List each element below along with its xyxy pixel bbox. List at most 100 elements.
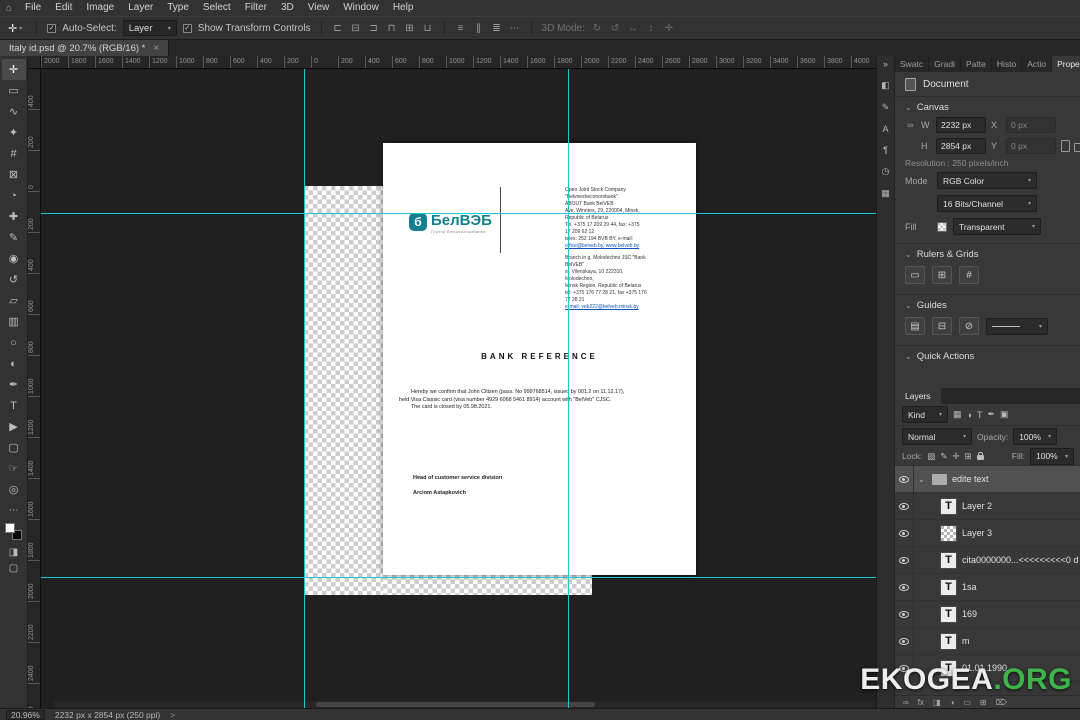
distribute-spacing-icon[interactable]: ≣ (491, 23, 503, 34)
panel-tab[interactable]: Actio (1022, 56, 1053, 72)
toggle-rulers-icon[interactable]: ▭ (905, 266, 925, 284)
history-brush-tool[interactable]: ↺ (2, 269, 26, 290)
ruler-origin[interactable] (28, 56, 41, 69)
align-left-icon[interactable]: ⊏ (332, 23, 344, 34)
menu-item[interactable]: Window (336, 0, 386, 16)
bit-depth-dropdown[interactable]: 16 Bits/Channel ▾ (937, 195, 1037, 212)
history-panel-icon[interactable]: ◷ (879, 166, 893, 177)
menu-item[interactable]: Edit (48, 0, 79, 16)
layer-fill-dropdown[interactable]: 100% ▾ (1030, 447, 1074, 465)
layer-name[interactable]: Layer 2 (962, 501, 992, 511)
layer-thumbnail[interactable]: T (940, 497, 957, 515)
blur-tool[interactable]: ○ (2, 332, 26, 353)
3d-orbit-icon[interactable]: ↻ (591, 23, 603, 34)
layer-row[interactable]: T Layer 2 (895, 493, 1080, 520)
filter-shape-layers-icon[interactable]: ✒ (987, 409, 995, 420)
layer-thumbnail[interactable]: T (940, 578, 957, 596)
clone-stamp-tool[interactable]: ◉ (2, 248, 26, 269)
pen-tool[interactable]: ✒ (2, 374, 26, 395)
lock-artboard-icon[interactable]: ⊞ (965, 451, 972, 462)
collapse-panels-icon[interactable]: » (879, 59, 893, 69)
panel-tab[interactable]: Gradi (929, 56, 961, 72)
layer-row[interactable]: T 1sa (895, 574, 1080, 601)
quick-actions-section-header[interactable]: ⌄ Quick Actions (895, 346, 1080, 365)
horizontal-guide[interactable] (41, 577, 876, 578)
healing-brush-tool[interactable]: ✚ (2, 206, 26, 227)
vertical-ruler[interactable]: 400 200 0 200 400 600 800 1000 1200 1400 1600 1800 2… (28, 69, 41, 708)
menu-item[interactable]: Filter (238, 0, 274, 16)
horizontal-ruler[interactable]: 2000 1800 1600 1400 1200 1000 800 600 400 200 0 200… (41, 56, 876, 69)
marquee-tool[interactable]: ▭ (2, 80, 26, 101)
lock-pixels-icon[interactable]: ✎ (940, 451, 947, 462)
document-dimensions[interactable]: 2232 px x 2854 px (250 ppi) (55, 710, 160, 720)
dodge-tool[interactable]: ◐ (2, 353, 26, 374)
vertical-guide[interactable] (568, 69, 569, 708)
3d-roll-icon[interactable]: ↺ (609, 23, 621, 34)
guides-section-header[interactable]: ⌄ Guides (895, 295, 1080, 314)
filter-adjustment-layers-icon[interactable]: ◑ (967, 410, 972, 420)
menu-item[interactable]: Layer (121, 0, 160, 16)
x-field[interactable]: 0 px (1006, 117, 1056, 133)
menu-item[interactable]: Help (386, 0, 421, 16)
status-options-arrow-icon[interactable]: > (170, 710, 175, 720)
more-options-icon[interactable]: ⋯ (509, 23, 521, 34)
layer-thumbnail[interactable]: T (940, 551, 957, 569)
auto-select-target-dropdown[interactable]: Layer ▾ (122, 20, 177, 36)
quick-selection-tool[interactable]: ✦ (2, 122, 26, 143)
eraser-tool[interactable]: ▱ (2, 290, 26, 311)
brush-settings-panel-icon[interactable]: ✎ (879, 102, 893, 113)
3d-scale-icon[interactable]: ✛ (663, 23, 675, 34)
group-expand-icon[interactable]: ⌄ (917, 475, 926, 484)
show-transform-controls-checkbox[interactable]: ✓ (182, 23, 192, 33)
layer-visibility-toggle[interactable] (895, 547, 914, 573)
layer-thumbnail[interactable]: T (940, 632, 957, 650)
menu-item[interactable]: Select (196, 0, 238, 16)
foreground-color-swatch[interactable] (5, 523, 15, 533)
layer-name[interactable]: m (962, 636, 970, 646)
portrait-orientation-icon[interactable] (1061, 140, 1070, 152)
new-guide-layout-icon[interactable]: ▤ (905, 317, 925, 335)
menu-item[interactable]: Type (160, 0, 196, 16)
lock-transparency-icon[interactable]: ▨ (927, 451, 935, 462)
landscape-orientation-icon[interactable] (1074, 143, 1080, 152)
menu-item[interactable]: File (18, 0, 48, 16)
patterns-panel-icon[interactable]: ▦ (879, 188, 893, 199)
delete-layer-icon[interactable]: ⌦ (996, 698, 1007, 707)
filter-pixel-layers-icon[interactable]: ▦ (953, 409, 962, 420)
layer-filter-kind-dropdown[interactable]: Kind ▾ (902, 406, 948, 423)
y-field[interactable]: 0 px (1006, 138, 1056, 154)
panel-tab[interactable]: Histo (992, 56, 1023, 72)
height-field[interactable]: 2854 px (936, 138, 986, 154)
canvas-fill-dropdown[interactable]: Transparent ▾ (953, 218, 1041, 235)
align-center-h-icon[interactable]: ⊟ (350, 23, 362, 34)
new-layer-icon[interactable]: ⊞ (980, 698, 987, 707)
menu-item[interactable]: 3D (274, 0, 301, 16)
shape-tool[interactable]: ▢ (2, 437, 26, 458)
frame-tool[interactable]: ⊠ (2, 164, 26, 185)
color-panel-icon[interactable]: ◧ (879, 80, 893, 91)
brush-tool[interactable]: ✎ (2, 227, 26, 248)
layer-name[interactable]: 169 (962, 609, 977, 619)
3d-slide-icon[interactable]: ↕ (645, 23, 657, 34)
toggle-grid-icon[interactable]: ⊞ (932, 266, 952, 284)
layer-row[interactable]: Layer 3 (895, 520, 1080, 547)
layer-name[interactable]: Layer 3 (962, 528, 992, 538)
layer-visibility-toggle[interactable] (895, 520, 914, 546)
layer-thumbnail[interactable]: T (940, 605, 957, 623)
layer-visibility-toggle[interactable] (895, 493, 914, 519)
tab-layers[interactable]: Layers (895, 388, 941, 404)
new-group-icon[interactable]: ▭ (963, 698, 971, 707)
document-page[interactable]: б БелВЭБ Группа Внешэкономбанка Open Joi… (383, 143, 696, 575)
link-dimensions-icon[interactable]: ∞ (905, 120, 916, 130)
color-mode-dropdown[interactable]: RGB Color ▾ (937, 172, 1037, 189)
align-right-icon[interactable]: ⊐ (368, 23, 380, 34)
quick-mask-icon[interactable]: ◨ (9, 547, 18, 558)
toggle-pixel-grid-icon[interactable]: # (959, 266, 979, 284)
width-field[interactable]: 2232 px (936, 117, 986, 133)
document-tab[interactable]: Italy id.psd @ 20.7% (RGB/16) * × (0, 40, 170, 56)
3d-pan-icon[interactable]: ↔ (627, 23, 639, 34)
guide-style-dropdown[interactable]: ▾ (986, 317, 1048, 335)
layer-name[interactable]: edite text (952, 474, 989, 484)
layer-row[interactable]: T m (895, 628, 1080, 655)
distribute-horizontal-icon[interactable]: ∥ (473, 23, 485, 34)
